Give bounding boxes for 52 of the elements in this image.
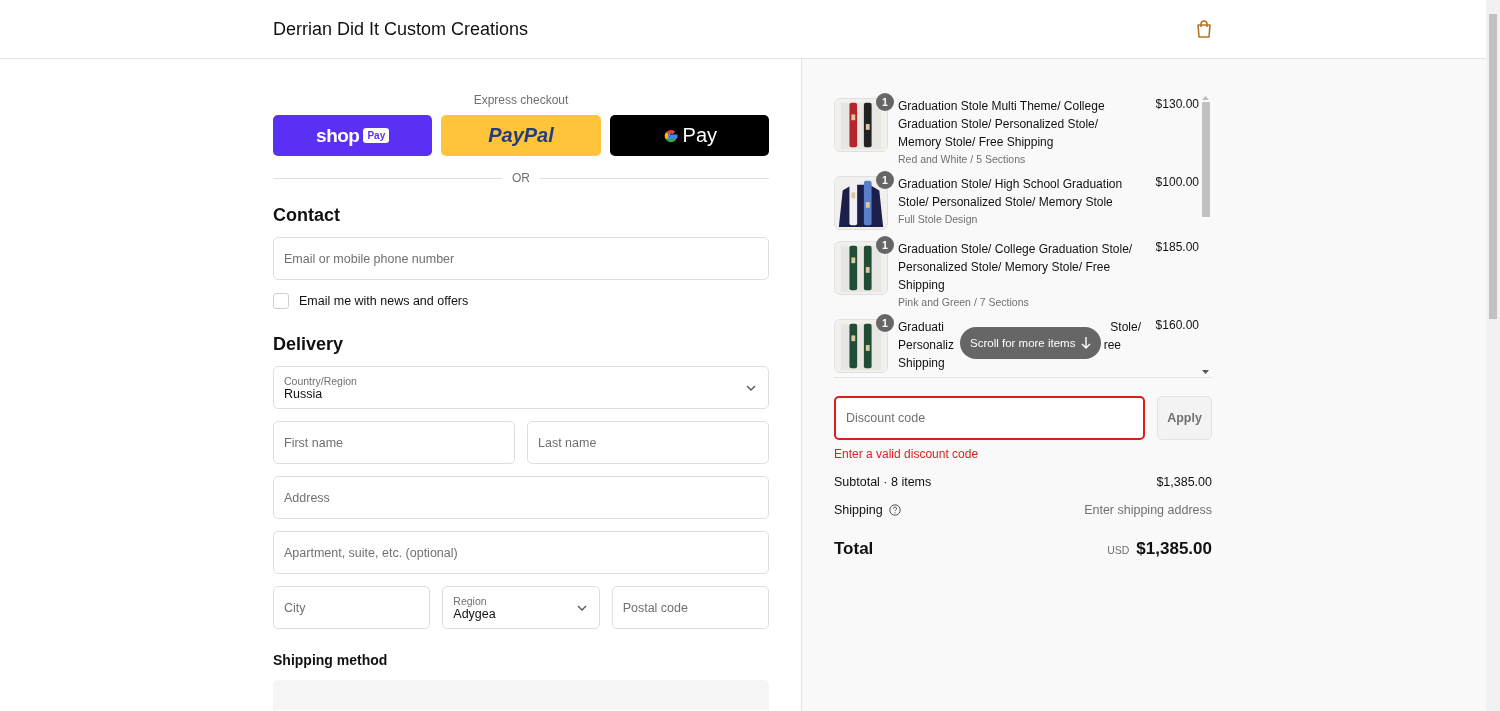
dropdown-field[interactable]: Country/Region Russia [273, 366, 769, 409]
paypal-button[interactable]: PayPal [441, 115, 601, 156]
shipping-value: Enter shipping address [1084, 503, 1212, 517]
scroll-hint[interactable]: Scroll for more items [960, 327, 1102, 359]
product-price: $185.00 [1154, 240, 1199, 256]
product-title: Graduati [898, 319, 945, 336]
error-message: Enter a valid discount code [834, 447, 980, 461]
product-price: $100.00 [1154, 175, 1199, 191]
section-heading: Contact [273, 205, 341, 226]
section-heading: Shipping method [273, 652, 389, 668]
currency-label: USD [1107, 544, 1130, 556]
product-variant: Full Stole Design [898, 213, 979, 225]
product-price: $130.00 [1154, 97, 1199, 113]
quantity-badge: 1 [876, 236, 894, 254]
shop-pay-button[interactable]: shop Pay [273, 115, 433, 156]
product-title: Stole/ [1110, 319, 1141, 336]
scroll-up-icon [1202, 96, 1209, 100]
divider-label: OR [512, 171, 530, 185]
apply-button[interactable]: Apply [1157, 396, 1212, 440]
help-icon [888, 504, 901, 516]
arrow-down-icon [1081, 337, 1092, 349]
subtotal-label: Subtotal · 8 items [834, 475, 932, 489]
quantity-badge: 1 [876, 171, 894, 189]
product-title: Graduation Stole/ College Graduation Stole/ Personalized Stole/ Memory Stole/ Free Shipping [898, 241, 1134, 294]
shipping-label: Shipping [834, 503, 883, 517]
google-pay-button[interactable]: Pay [609, 115, 769, 156]
product-title: Shipping [898, 355, 945, 372]
quantity-badge: 1 [876, 93, 894, 111]
chevron-down-icon [576, 604, 587, 611]
section-heading: Delivery [273, 334, 345, 355]
scroll-down-icon [1202, 370, 1209, 374]
store-name[interactable]: Derrian Did It Custom Creations [273, 18, 529, 40]
product-title: ree [1103, 337, 1121, 354]
checkbox[interactable] [273, 293, 289, 309]
input-field[interactable]: Discount code [834, 396, 1145, 440]
chevron-down-icon [746, 384, 756, 391]
product-variant: Pink and Green / 7 Sections [898, 296, 1030, 308]
product-title: Graduation Stole/ High School Graduation Stole/ Personalized Stole/ Memory Stole [898, 176, 1124, 211]
product-price: $160.00 [1154, 318, 1199, 334]
scrollbar[interactable] [1486, 0, 1500, 711]
scrollbar[interactable] [1199, 93, 1212, 377]
product-title: Graduation Stole Multi Theme/ College Graduation Stole/ Personalized Stole/ Memory Stole/ Free Shipping [898, 98, 1106, 151]
shopping-bag-icon [1195, 19, 1213, 39]
dropdown-field[interactable]: Region Adygea [442, 586, 600, 629]
total-label: Total [834, 539, 874, 559]
total-value: $1,385.00 [1136, 539, 1212, 559]
express-checkout-label: Express checkout [472, 93, 570, 107]
product-title: Personaliz [898, 337, 955, 354]
subtotal-value: $1,385.00 [1156, 475, 1212, 489]
product-variant: Red and White / 5 Sections [898, 153, 1027, 165]
checkbox-label: Email me with news and offers [299, 294, 469, 308]
quantity-badge: 1 [876, 314, 894, 332]
